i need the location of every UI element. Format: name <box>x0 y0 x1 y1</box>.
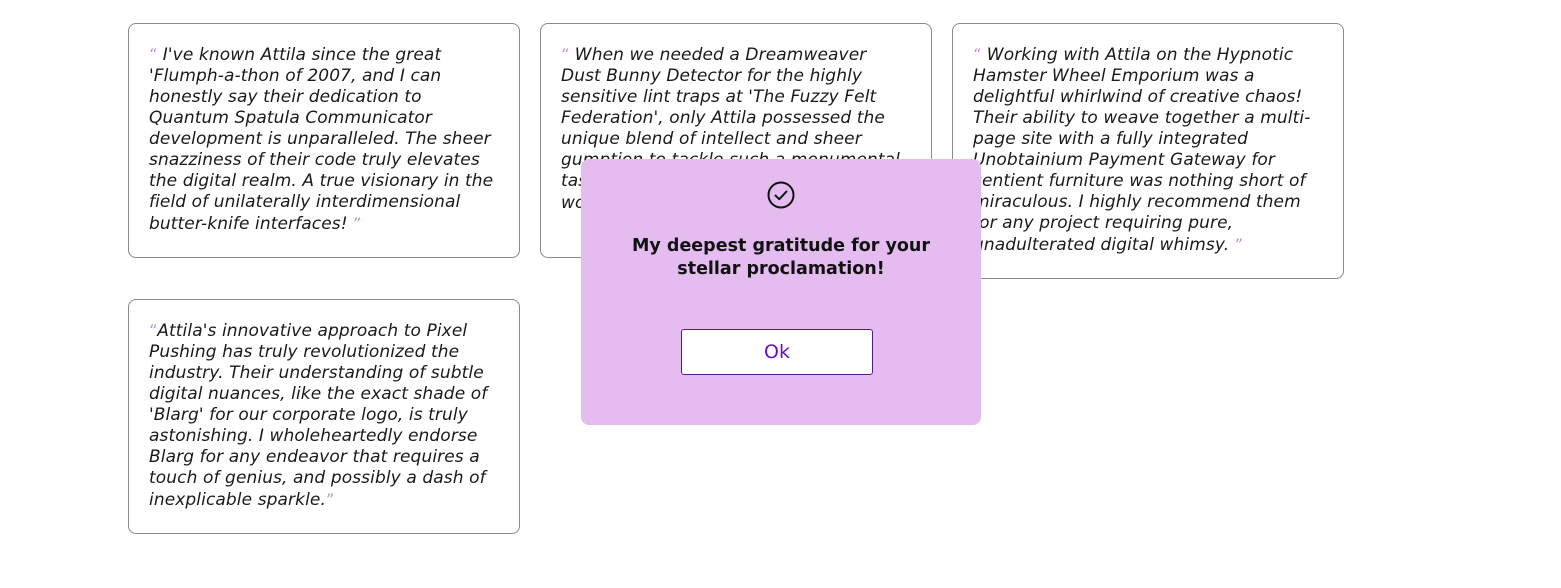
testimonial-card: “ I've known Attila since the great 'Flu… <box>128 23 520 258</box>
testimonial-body: Attila's innovative approach to Pixel Pu… <box>149 321 488 510</box>
testimonial-text: “Attila's innovative approach to Pixel P… <box>149 320 499 511</box>
close-quote-icon: ” <box>1234 235 1243 254</box>
check-circle-icon <box>767 181 795 209</box>
close-quote-icon: ” <box>325 490 335 509</box>
dialog-title: My deepest gratitude for your stellar pr… <box>632 236 930 279</box>
confirmation-dialog: My deepest gratitude for your stellar pr… <box>581 159 981 425</box>
testimonial-body: I've known Attila since the great 'Flump… <box>149 45 494 234</box>
testimonial-text: “ I've known Attila since the great 'Flu… <box>149 44 499 235</box>
close-quote-icon: ” <box>353 214 362 233</box>
testimonial-body: Working with Attila on the Hypnotic Hams… <box>973 45 1311 255</box>
testimonials-page: “ I've known Attila since the great 'Flu… <box>0 0 1561 588</box>
testimonial-text: “ Working with Attila on the Hypnotic Ha… <box>973 44 1323 256</box>
testimonial-card: “ Working with Attila on the Hypnotic Ha… <box>952 23 1344 279</box>
testimonial-card: “Attila's innovative approach to Pixel P… <box>128 299 520 534</box>
ok-button[interactable]: Ok <box>681 329 873 375</box>
